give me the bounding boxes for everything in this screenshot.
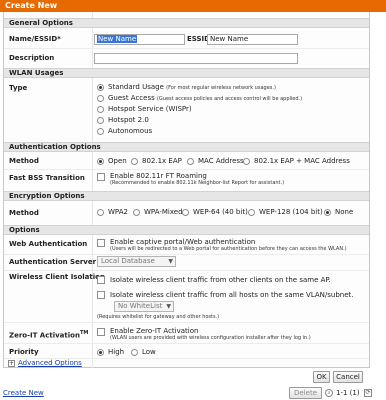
- type-guest-radio[interactable]: [97, 95, 104, 102]
- delete-button[interactable]: Delete: [289, 387, 322, 399]
- enc-wep128-radio[interactable]: [248, 209, 255, 216]
- fbt-label: Fast BSS Transition: [9, 174, 85, 182]
- fbt-checkbox[interactable]: [97, 173, 105, 181]
- refresh-icon[interactable]: ⟳: [364, 389, 372, 397]
- priority-high-label: High: [108, 348, 125, 356]
- create-new-dialog: General Options Name/ESSID* New Name ESS…: [3, 12, 370, 368]
- auth-mac-label: MAC Address: [198, 157, 244, 165]
- zero-it-checkbox[interactable]: [97, 328, 105, 336]
- label-column-divider: [92, 12, 93, 368]
- auth-open-radio[interactable]: [97, 158, 104, 165]
- pager-text: 1-1 (1): [336, 389, 360, 397]
- auth-mac-radio[interactable]: [187, 158, 194, 165]
- type-guest-label: Guest Access (Guest access policies and …: [108, 94, 303, 102]
- type-standard-radio[interactable]: [97, 84, 104, 91]
- auth-8021x-mac-radio[interactable]: [243, 158, 250, 165]
- auth-method-label: Method: [9, 157, 39, 165]
- divider: [4, 270, 369, 271]
- fbt-text: Enable 802.11r FT Roaming: [110, 172, 207, 180]
- web-auth-text: Enable captive portal/Web authentication: [110, 238, 256, 246]
- priority-low-label: Low: [142, 348, 156, 356]
- web-auth-note: (Users will be redirected to a Web porta…: [110, 246, 347, 252]
- enc-wep64-label: WEP-64 (40 bit): [193, 208, 248, 216]
- divider: [4, 254, 369, 255]
- isolation-vlan-text: Isolate wireless client traffic from all…: [110, 291, 354, 299]
- section-authentication-options: Authentication Options: [4, 142, 369, 152]
- isolation-same-ap-checkbox[interactable]: [97, 276, 105, 284]
- expand-icon[interactable]: +: [8, 360, 15, 367]
- zero-it-label: Zero-IT ActivationTM: [9, 330, 89, 340]
- zero-it-note: (WLAN users are provided with wireless c…: [110, 335, 311, 341]
- section-options: Options: [4, 225, 369, 235]
- dialog-title: Create New: [0, 0, 386, 12]
- section-general-options: General Options: [4, 18, 369, 28]
- ok-button[interactable]: OK: [313, 371, 330, 383]
- fbt-note: (Recommended to enable 802.11k Neighbor-…: [110, 180, 285, 186]
- name-input[interactable]: New Name: [94, 34, 185, 45]
- isolation-same-ap-text: Isolate wireless client traffic from oth…: [110, 276, 331, 284]
- client-isolation-label: Wireless Client Isolation: [9, 273, 105, 281]
- divider: [4, 343, 369, 344]
- enc-method-label: Method: [9, 209, 39, 217]
- name-essid-label: Name/ESSID*: [9, 35, 61, 43]
- type-autonomous-radio[interactable]: [97, 128, 104, 135]
- auth-8021x-mac-label: 802.1x EAP + MAC Address: [254, 157, 350, 165]
- create-new-link[interactable]: Create New: [3, 389, 44, 397]
- auth-8021x-label: 802.1x EAP: [142, 157, 182, 165]
- priority-high-radio[interactable]: [97, 349, 104, 356]
- priority-label: Priority: [9, 348, 39, 356]
- section-wlan-usages: WLAN Usages: [4, 68, 369, 78]
- enc-wpa-mixed-radio[interactable]: [133, 209, 140, 216]
- enc-wpa2-radio[interactable]: [97, 209, 104, 216]
- zero-it-text: Enable Zero-IT Activation: [110, 327, 199, 335]
- type-hotspot20-label: Hotspot 2.0: [108, 116, 149, 124]
- enc-wep128-label: WEP-128 (104 bit): [259, 208, 323, 216]
- whitelist-note: (Requires whitelist for gateway and othe…: [97, 314, 220, 320]
- type-autonomous-label: Autonomous: [108, 127, 153, 135]
- description-label: Description: [9, 54, 55, 62]
- divider: [4, 322, 369, 323]
- chevron-down-icon: ▼: [166, 303, 171, 310]
- description-input[interactable]: [94, 53, 298, 64]
- section-encryption-options: Encryption Options: [4, 191, 369, 201]
- type-label: Type: [9, 84, 28, 92]
- type-standard-label: Standard Usage (For most regular wireles…: [108, 83, 276, 91]
- auth-server-label: Authentication Server: [9, 258, 97, 266]
- enc-wep64-radio[interactable]: [182, 209, 189, 216]
- search-icon[interactable]: ⌕: [325, 389, 333, 397]
- enc-wpa-mixed-label: WPA-Mixed: [144, 208, 183, 216]
- auth-server-select[interactable]: Local Database ▼: [97, 256, 176, 267]
- whitelist-select[interactable]: No WhiteList ▼: [114, 301, 174, 312]
- isolation-vlan-checkbox[interactable]: [97, 291, 105, 299]
- footer-bar: Create New Delete ⌕ 1-1 (1) ⟳: [0, 386, 386, 400]
- priority-low-radio[interactable]: [131, 349, 138, 356]
- auth-8021x-radio[interactable]: [131, 158, 138, 165]
- cancel-button[interactable]: Cancel: [333, 371, 363, 383]
- enc-wpa2-label: WPA2: [108, 208, 128, 216]
- web-auth-label: Web Authentication: [9, 240, 88, 248]
- advanced-options-link[interactable]: Advanced Options: [18, 359, 82, 367]
- type-hotspot20-radio[interactable]: [97, 117, 104, 124]
- auth-open-label: Open: [108, 157, 127, 165]
- web-auth-checkbox[interactable]: [97, 239, 105, 247]
- divider: [4, 169, 369, 170]
- enc-none-label: None: [335, 208, 354, 216]
- chevron-down-icon: ▼: [168, 258, 173, 265]
- essid-input[interactable]: New Name: [207, 34, 298, 45]
- type-hotspot-wispr-radio[interactable]: [97, 106, 104, 113]
- divider: [4, 48, 369, 49]
- type-hotspot-wispr-label: Hotspot Service (WISPr): [108, 105, 192, 113]
- enc-none-radio[interactable]: [324, 209, 331, 216]
